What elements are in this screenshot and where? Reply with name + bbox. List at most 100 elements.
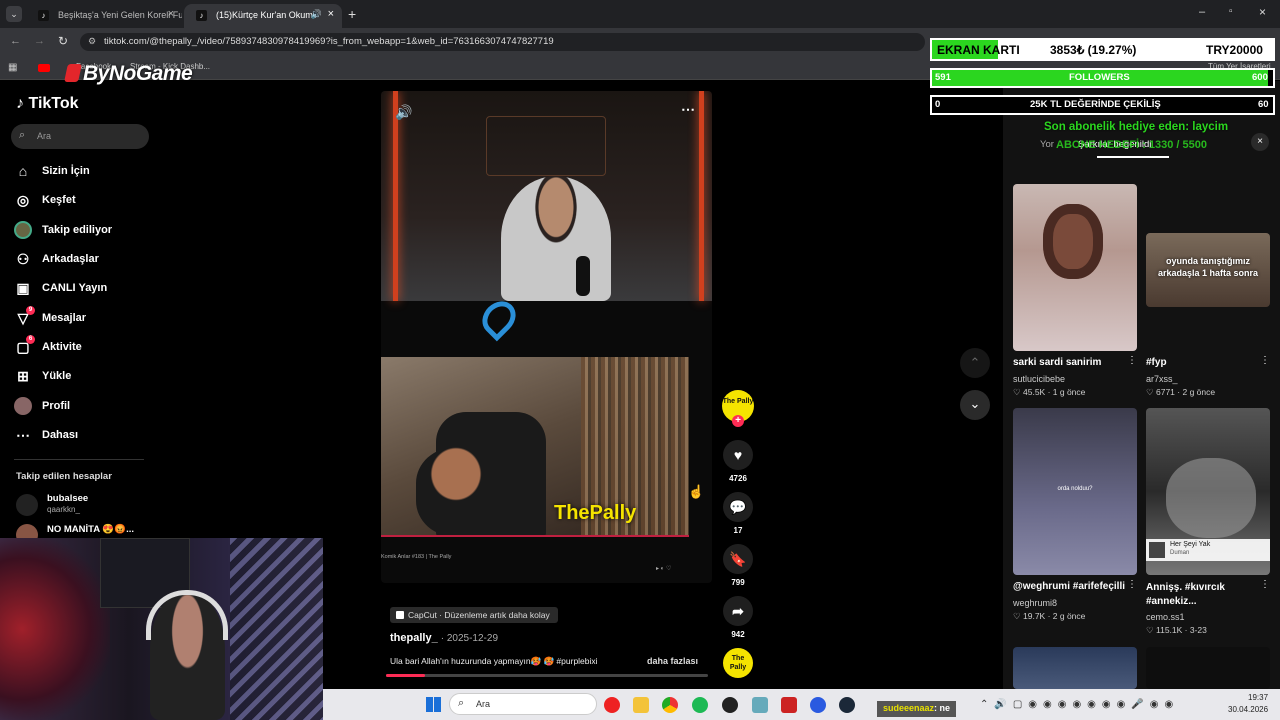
back-icon[interactable]: ←: [10, 35, 21, 47]
capcut-badge[interactable]: CapCut · Düzenleme artık daha kolay: [390, 607, 558, 623]
nav-sizin-icin[interactable]: ⌂ Sizin İçin: [14, 161, 90, 181]
video-name-overlay: ThePally: [554, 502, 637, 524]
app-icon-dark[interactable]: [722, 697, 738, 713]
more-options-icon[interactable]: ⋯: [681, 101, 695, 118]
app-icon-red[interactable]: [781, 697, 797, 713]
steam-icon[interactable]: [839, 697, 855, 713]
nav-aktivite[interactable]: ▢ 6 Aktivite: [14, 335, 82, 357]
nav-dahasi[interactable]: ⋯ Dahası: [14, 425, 78, 445]
tab-list-chevron-icon[interactable]: ⌄: [6, 6, 22, 22]
card-title[interactable]: @weghrumi #arifefeçilli: [1013, 581, 1125, 592]
video-author[interactable]: thepally_ · 2025-12-29: [390, 632, 498, 644]
url-field[interactable]: ⚙ tiktok.com/@thepally_/video/7589374830…: [80, 33, 925, 51]
card-title[interactable]: #fyp: [1146, 357, 1167, 368]
nav-arkadaslar[interactable]: ⚇ Arkadaşlar: [14, 249, 99, 269]
panel-tab-left[interactable]: Yor: [1040, 139, 1054, 150]
card-user[interactable]: weghrumi8: [1013, 598, 1057, 608]
close-icon[interactable]: ×: [328, 8, 334, 20]
nav-takip-ediliyor[interactable]: Takip ediliyor: [14, 220, 112, 240]
messages-badge: 9: [26, 306, 35, 315]
card-likes: 6771: [1156, 387, 1175, 397]
restore-icon[interactable]: ▫: [1229, 6, 1233, 17]
sub-goal-line: ABONE HEDEFİ : 1330 / 5500: [1056, 139, 1208, 151]
card-title[interactable]: Annişş. #kıvırcık #annekiz...: [1146, 581, 1264, 609]
card-user[interactable]: ar7xss_: [1146, 374, 1178, 384]
taskbar-search[interactable]: ⌕ Ara: [449, 693, 597, 715]
ea-icon[interactable]: [810, 697, 826, 713]
browser-tab-1[interactable]: ♪ Beşiktaş'a Yeni Gelen Koreli Futb ×: [26, 4, 182, 28]
forward-icon[interactable]: →: [34, 35, 45, 47]
panel-close-button[interactable]: ×: [1251, 133, 1269, 151]
nav-profil[interactable]: Profil: [14, 396, 70, 416]
tiktok-logo[interactable]: ♪ TikTok: [16, 95, 79, 113]
nav-label: Mesajlar: [42, 312, 87, 324]
save-button[interactable]: 🔖 799: [722, 544, 754, 587]
following-icon: [14, 221, 32, 239]
browser-tab-2-active[interactable]: ♪ (15)Kürtçe Kur'an Okumanın 🔊 ×: [184, 4, 342, 28]
sub-gift-line: Son abonelik hediye eden: laycim: [1044, 121, 1229, 133]
following-item[interactable]: NO MANİTA 😍😡...: [16, 522, 146, 546]
following-name: NO MANİTA 😍😡...: [47, 524, 134, 535]
nav-label: Arkadaşlar: [42, 253, 99, 265]
spotify-icon[interactable]: [692, 697, 708, 713]
wall-shelf: [486, 116, 606, 176]
search-icon: ⌕: [19, 129, 26, 141]
thumbnail-faces: [1166, 458, 1256, 538]
nav-mesajlar[interactable]: ▽ 9 Mesajlar: [14, 306, 87, 328]
next-video-button[interactable]: ⌄: [960, 390, 990, 420]
app-icon-blue[interactable]: [752, 697, 768, 713]
volume-icon[interactable]: 🔊: [395, 104, 412, 121]
close-icon[interactable]: ×: [168, 8, 174, 20]
like-button[interactable]: ♥ 4726: [722, 440, 754, 483]
card-user[interactable]: sutlucicibebe: [1013, 374, 1065, 384]
file-explorer-icon[interactable]: [633, 697, 649, 713]
close-window-icon[interactable]: ×: [1259, 5, 1266, 19]
apps-grid-icon[interactable]: ▦: [8, 62, 17, 73]
card-options-icon[interactable]: ⋮: [1260, 579, 1270, 590]
following-item[interactable]: bubalsee qaarkkn_: [16, 492, 146, 518]
search-input[interactable]: ⌕ Ara: [11, 124, 149, 149]
reload-icon[interactable]: ↻: [58, 34, 68, 48]
creator-avatar[interactable]: The Pally +: [722, 390, 754, 427]
video-card-thumbnail[interactable]: orda nolduu?: [1013, 408, 1137, 575]
speaker-icon[interactable]: 🔊: [311, 9, 322, 20]
comment-count: 17: [733, 526, 743, 535]
video-card-thumbnail[interactable]: Her Şeyi Yak Duman: [1146, 408, 1270, 575]
nav-canli-yayin[interactable]: ▣ CANLI Yayın: [14, 278, 107, 298]
youtube-icon[interactable]: [38, 64, 50, 72]
card-options-icon[interactable]: ⋮: [1127, 355, 1137, 366]
card-user[interactable]: cemo.ss1: [1146, 612, 1185, 622]
card-title[interactable]: sarki sardi sanirim: [1013, 357, 1101, 368]
previous-video-button[interactable]: ⌃: [960, 348, 990, 378]
nav-yukle[interactable]: ⊞ Yükle: [14, 366, 71, 386]
chrome-icon[interactable]: [662, 697, 678, 713]
followers-right: 600: [1252, 72, 1268, 83]
media-app-icon[interactable]: [604, 697, 620, 713]
nav-kesfet[interactable]: ◎ Keşfet: [14, 190, 76, 210]
comment-button[interactable]: 💬 17: [722, 492, 754, 535]
video-card-thumbnail[interactable]: [1146, 647, 1270, 689]
video-card-thumbnail[interactable]: [1013, 647, 1137, 689]
follow-plus-icon[interactable]: +: [732, 415, 744, 427]
card-options-icon[interactable]: ⋮: [1260, 355, 1270, 366]
system-tray[interactable]: ⌃🔊▢◉◉◉◉◉◉◉🎤◉◉: [980, 699, 1179, 710]
heart-outline-icon: ♡: [1013, 611, 1021, 621]
video-card-thumbnail[interactable]: oyunda tanıştığımız arkadaşla 1 hafta so…: [1146, 233, 1270, 307]
clock-time[interactable]: 19:37: [1248, 693, 1268, 702]
minimize-icon[interactable]: –: [1199, 6, 1205, 18]
more-link[interactable]: daha fazlası: [647, 656, 698, 666]
share-icon: ➦: [723, 596, 753, 626]
activity-badge: 6: [26, 335, 35, 344]
new-tab-button[interactable]: +: [348, 6, 356, 22]
site-info-icon[interactable]: ⚙: [88, 36, 96, 47]
sound-disc[interactable]: The Pally: [722, 648, 754, 678]
share-button[interactable]: ➦ 942: [722, 596, 754, 639]
windows-start-icon[interactable]: [426, 697, 441, 712]
nav-label: Yükle: [42, 370, 72, 382]
card-options-icon[interactable]: ⋮: [1127, 579, 1137, 590]
following-handle: qaarkkn_: [47, 505, 80, 514]
video-progress-bar[interactable]: [386, 674, 708, 677]
video-card-thumbnail[interactable]: [1013, 184, 1137, 351]
video-player[interactable]: 🔊 ⋯ ThePally Komik Anlar #183 | The Pall…: [381, 91, 712, 583]
clock-date[interactable]: 30.04.2026: [1228, 705, 1268, 714]
